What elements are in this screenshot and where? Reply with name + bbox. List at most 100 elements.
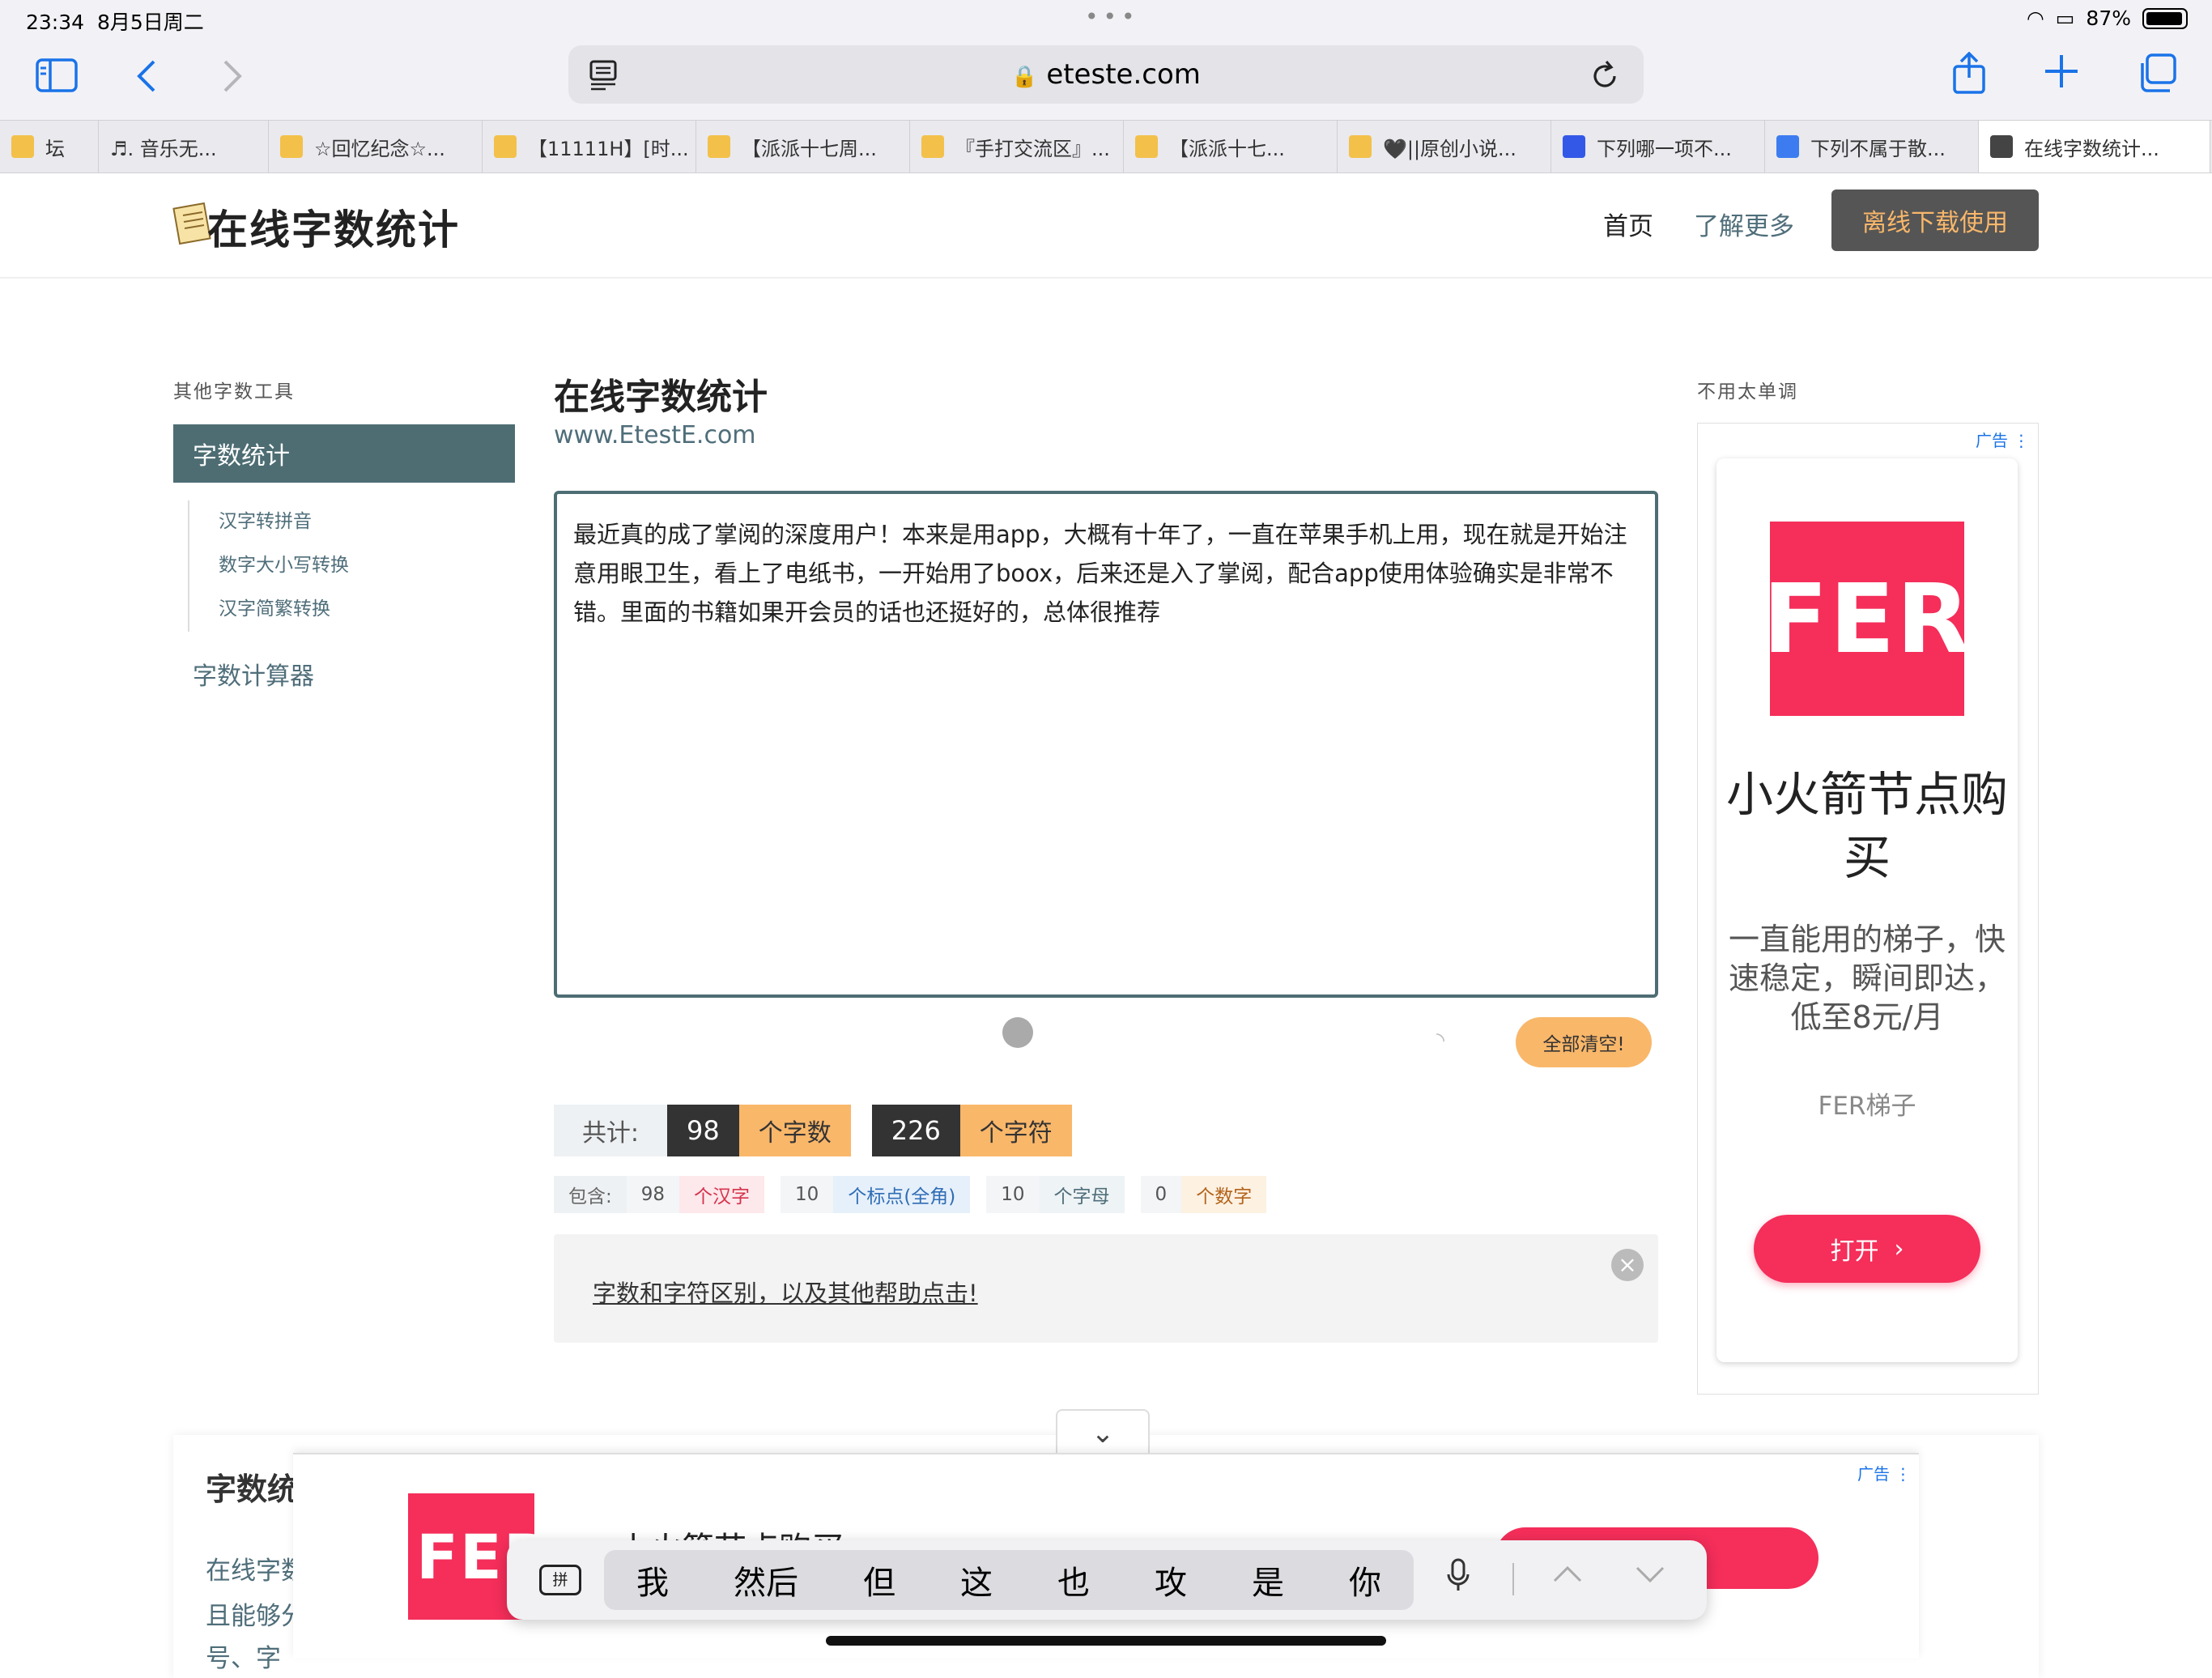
- sidebar-sub-list: 汉字转拼音 数字大小写转换 汉字简繁转换: [188, 500, 496, 632]
- more-options-icon: ⋮: [2013, 431, 2030, 450]
- chevron-down-icon: ⌄: [1091, 1417, 1115, 1450]
- tab-favicon-icon: [1563, 135, 1585, 158]
- tab-label: 【派派十七周...: [742, 137, 877, 160]
- close-icon[interactable]: ×: [1611, 1249, 1644, 1281]
- browser-tab[interactable]: 『手打交流区』...: [910, 121, 1124, 172]
- tab-favicon-icon: [494, 135, 517, 158]
- resize-handle[interactable]: [1002, 1017, 1033, 1048]
- site-logo[interactable]: 在线字数统计: [207, 198, 460, 256]
- info-line: 且能够分: [206, 1602, 306, 1631]
- sidebar-item-number-case[interactable]: 数字大小写转换: [189, 544, 496, 588]
- total-label: 共计:: [554, 1105, 667, 1156]
- browser-tab[interactable]: 在线字数统计...: [1979, 121, 2210, 172]
- tab-favicon-icon: [708, 135, 730, 158]
- tabs-overview-icon[interactable]: [2138, 53, 2176, 99]
- clear-all-button[interactable]: 全部清空!: [1516, 1017, 1652, 1067]
- tab-bar: 坛 ♬. 音乐无... ☆回忆纪念☆... 【11111H】[时... 【派派十七周..…: [0, 120, 2212, 173]
- bottom-ad-tag[interactable]: 广告 ⋮: [1857, 1461, 1911, 1484]
- collapse-ad-button[interactable]: ⌄: [1056, 1409, 1150, 1454]
- breakdown-stats: 包含: 98 个汉字 10 个标点(全角) 10 个字母 0 个数字: [554, 1176, 1283, 1213]
- sidebar-heading: 其他字数工具: [173, 381, 295, 402]
- browser-tab[interactable]: ♬. 音乐无...: [99, 121, 269, 172]
- sidebar-item-calculator[interactable]: 字数计算器: [193, 656, 314, 692]
- browser-tab[interactable]: 坛: [0, 121, 99, 172]
- ad-heading: 不用太单调: [1697, 381, 1798, 402]
- text-input-area[interactable]: 最近真的成了掌阅的深度用户！本来是用app，大概有十年了，一直在苹果手机上用，现…: [554, 491, 1658, 998]
- browser-tab[interactable]: 【派派十七...: [1124, 121, 1338, 172]
- multitask-dots[interactable]: •••: [1085, 3, 1140, 30]
- tab-favicon-icon: [280, 135, 303, 158]
- sidebar-item-pinyin[interactable]: 汉字转拼音: [189, 500, 496, 544]
- candidate-word[interactable]: 这: [960, 1557, 993, 1603]
- candidate-list: 我 然后 但 这 也 攻 是 你: [604, 1550, 1414, 1610]
- offline-download-button[interactable]: 离线下载使用: [1831, 190, 2039, 251]
- car-icon: ▭: [2055, 6, 2075, 30]
- fer-logo: FER: [1763, 522, 1970, 716]
- forward-icon[interactable]: [220, 58, 245, 100]
- reload-icon[interactable]: [1590, 58, 1619, 94]
- breakdown-count: 10: [986, 1176, 1040, 1213]
- status-time: 23:34 8月5日周二: [26, 11, 204, 34]
- sidebar-item-label: 字数统计: [193, 442, 290, 471]
- new-tab-icon[interactable]: [2044, 53, 2079, 96]
- breakdown-label: 个字母: [1039, 1176, 1125, 1213]
- help-link[interactable]: 字数和字符区别，以及其他帮助点击!: [593, 1275, 978, 1309]
- breakdown-count: 10: [781, 1176, 834, 1213]
- info-line: 在线字数: [206, 1557, 306, 1586]
- tab-favicon-icon: [11, 135, 34, 158]
- browser-tab[interactable]: 【11111H】[时...: [483, 121, 696, 172]
- tab-favicon-icon: [1135, 135, 1158, 158]
- notebook-logo-icon: [172, 201, 212, 249]
- tab-favicon-icon: [1349, 135, 1372, 158]
- candidate-word[interactable]: 然后: [734, 1557, 798, 1603]
- sidebar-item-simplified-traditional[interactable]: 汉字简繁转换: [189, 588, 496, 632]
- nav-home-link[interactable]: 首页: [1603, 206, 1653, 242]
- lock-icon: 🔒: [1011, 65, 1038, 89]
- chevron-up-icon[interactable]: [1551, 1558, 1584, 1599]
- contains-label: 包含:: [554, 1176, 627, 1213]
- ime-switch-icon[interactable]: 拼: [539, 1565, 581, 1595]
- status-right: ◠ ▭ 87%: [2027, 6, 2188, 30]
- symbol-count-value: 226: [871, 1105, 960, 1156]
- chevron-down-icon[interactable]: [1634, 1558, 1666, 1599]
- browser-tab[interactable]: 【派派十七周...: [696, 121, 910, 172]
- ad-title: 小火箭节点购买: [1725, 767, 2008, 885]
- address-bar[interactable]: 🔒 eteste.com: [568, 45, 1644, 104]
- back-icon[interactable]: [134, 58, 159, 100]
- url-text: 🔒 eteste.com: [1011, 58, 1201, 91]
- symbol-count-label: 个字符: [959, 1105, 1072, 1156]
- info-card-title: 字数统: [206, 1471, 299, 1507]
- breakdown-count: 98: [626, 1176, 680, 1213]
- ad-open-button[interactable]: 打开 ›: [1754, 1215, 1980, 1283]
- loading-spinner-icon: ◝: [1436, 1029, 1445, 1053]
- tab-label: 【派派十七...: [1169, 137, 1285, 160]
- nav-more-link[interactable]: 了解更多: [1694, 206, 1794, 242]
- microphone-icon[interactable]: [1446, 1558, 1470, 1599]
- breakdown-label: 个标点(全角): [833, 1176, 971, 1213]
- tab-label: 【11111H】[时...: [528, 137, 689, 160]
- browser-tab[interactable]: 🖤||原创小说...: [1338, 121, 1551, 172]
- ad-description: 一直能用的梯子，快速稳定，瞬间即达，低至8元/月: [1728, 922, 2006, 1035]
- candidate-word[interactable]: 但: [863, 1557, 895, 1603]
- browser-tab[interactable]: ☆回忆纪念☆...: [269, 121, 483, 172]
- browser-tab[interactable]: 下列哪一项不...: [1551, 121, 1765, 172]
- candidate-word[interactable]: 你: [1349, 1557, 1381, 1603]
- home-indicator[interactable]: [826, 1636, 1386, 1646]
- tab-favicon-icon: [1776, 135, 1799, 158]
- browser-tab[interactable]: 下列不属于散...: [1765, 121, 1979, 172]
- battery-icon: [2142, 7, 2188, 29]
- candidate-word[interactable]: 攻: [1155, 1557, 1187, 1603]
- candidate-word[interactable]: 也: [1057, 1557, 1090, 1603]
- share-icon[interactable]: [1951, 51, 1987, 102]
- char-count-label: 个字数: [738, 1105, 851, 1156]
- wifi-icon: ◠: [2026, 6, 2044, 30]
- ad-tag[interactable]: 广告 ⋮: [1976, 428, 2029, 451]
- candidate-word[interactable]: 我: [636, 1557, 669, 1603]
- sidebar-item-word-count[interactable]: 字数统计: [173, 424, 515, 483]
- tab-label: ♬. 音乐无...: [110, 137, 217, 160]
- tab-label: 『手打交流区』...: [955, 137, 1110, 160]
- tab-label: 坛: [45, 137, 65, 160]
- sidebar-toggle-icon[interactable]: [36, 58, 78, 99]
- candidate-word[interactable]: 是: [1252, 1557, 1284, 1603]
- tab-label: 🖤||原创小说...: [1383, 137, 1516, 160]
